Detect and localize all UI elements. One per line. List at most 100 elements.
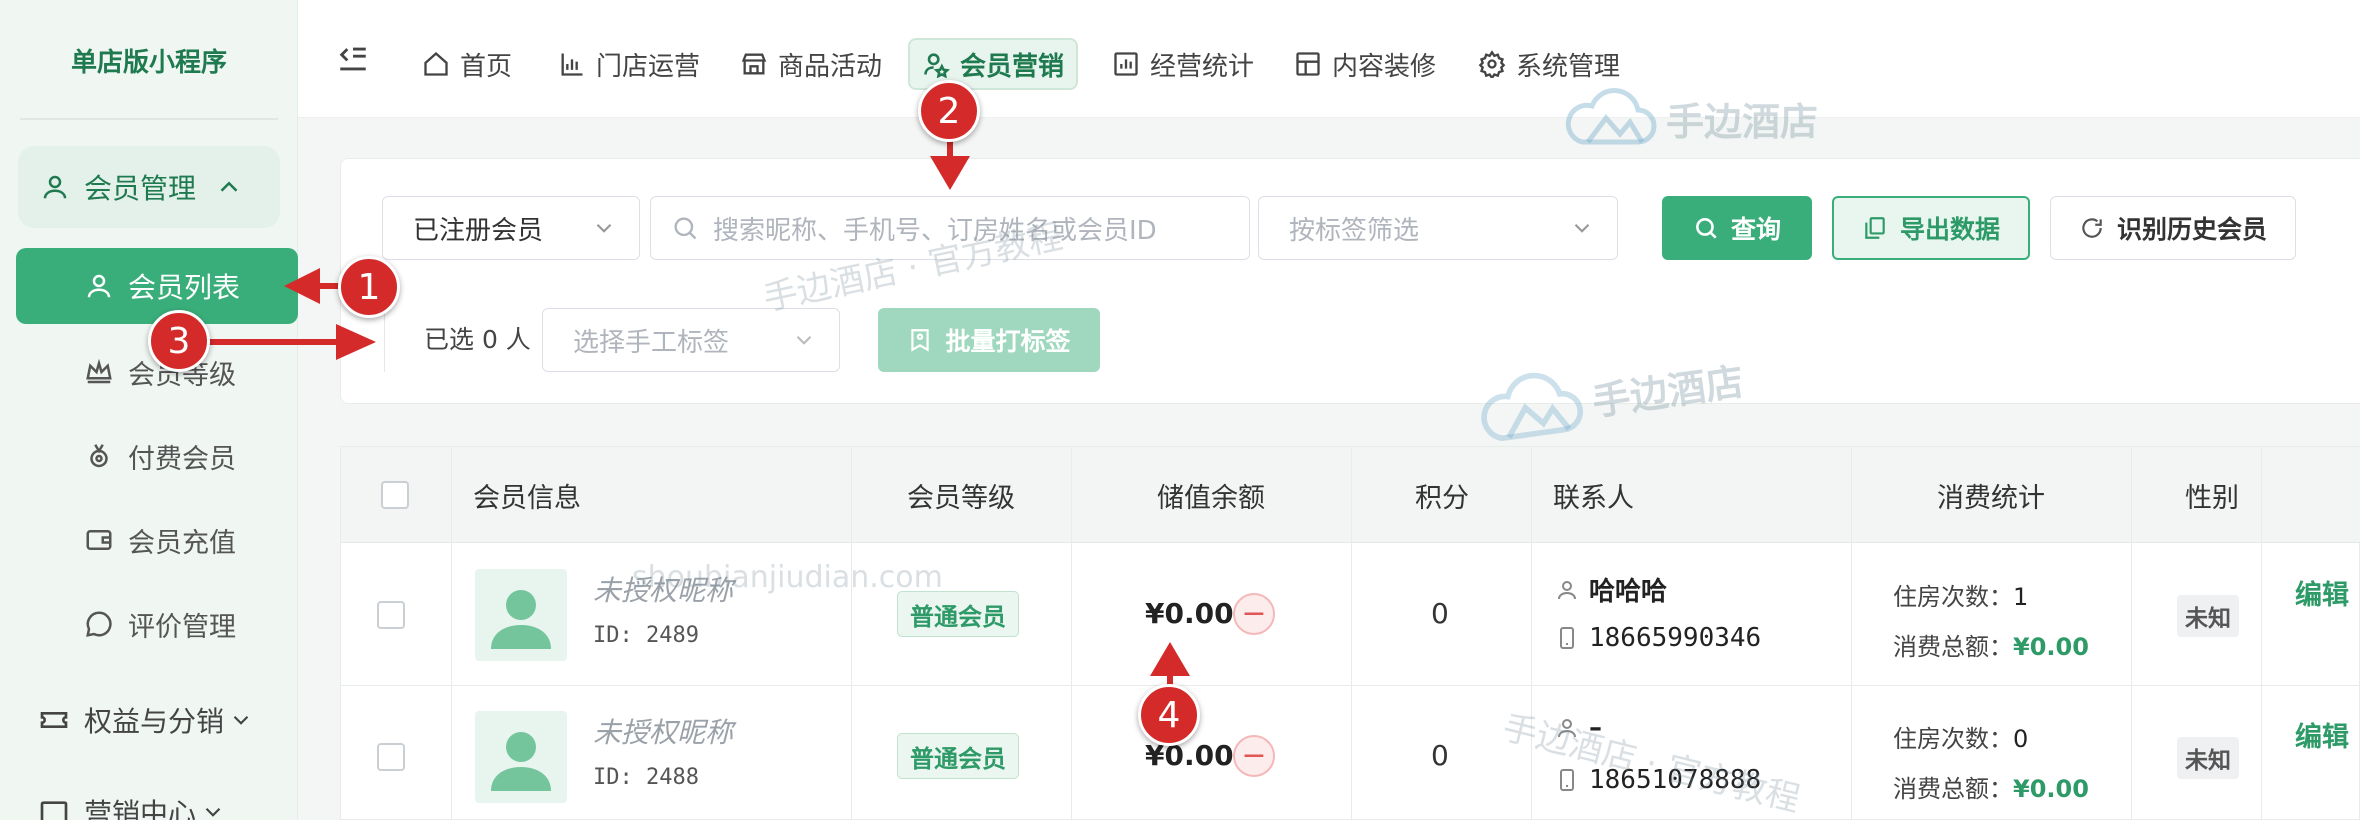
brand-title: 单店版小程序 <box>70 47 227 78</box>
annotation-arrow-3 <box>200 324 376 360</box>
sidebar-section-marketing-center[interactable]: 营销中心 <box>38 790 226 820</box>
row-checkbox[interactable] <box>377 743 405 771</box>
chevron-down-icon <box>596 223 612 233</box>
query-button[interactable]: 查询 <box>1662 196 1812 260</box>
column-divider <box>851 447 852 820</box>
sidebar-group-member-management[interactable]: 会员管理 <box>18 146 280 228</box>
sidebar-item-label: 会员列表 <box>128 271 241 304</box>
edit-link[interactable]: 编辑 <box>2295 573 2349 612</box>
default-avatar-icon <box>491 732 551 791</box>
select-value: 已注册会员 <box>413 215 544 246</box>
tag-icon <box>911 329 930 352</box>
member-type-select[interactable]: 已注册会员 <box>382 196 640 260</box>
chart-icon <box>1114 52 1138 76</box>
nav-label: 内容装修 <box>1332 51 1437 82</box>
chevron-down-icon <box>233 715 249 725</box>
column-header: 性别 <box>2185 482 2239 514</box>
user-star-icon <box>924 53 950 78</box>
member-nickname: 未授权昵称 <box>593 574 734 607</box>
sidebar-section-rights-distribution[interactable]: 权益与分销 <box>38 698 254 742</box>
stat-label: 住房次数： <box>1893 583 2013 611</box>
refresh-icon <box>2082 218 2102 238</box>
member-id: ID: 2489 <box>593 623 699 648</box>
member-id: ID: 2488 <box>593 765 699 790</box>
contact-name-text: 哈哈哈 <box>1589 577 1668 607</box>
chart-bar-icon <box>561 53 583 76</box>
member-nickname: 未授权昵称 <box>593 716 734 749</box>
sidebar-group-label: 会员管理 <box>84 172 197 205</box>
nav-home[interactable]: 首页 <box>410 38 524 90</box>
contact-name: 哈哈哈 <box>1555 571 1667 608</box>
divider <box>20 118 278 120</box>
sidebar-section-label: 营销中心 <box>84 797 197 820</box>
row-checkbox[interactable] <box>377 601 405 629</box>
sidebar-item-member-recharge[interactable]: 会员充值 <box>84 518 236 562</box>
chevron-up-icon <box>220 181 238 192</box>
button-label: 导出数据 <box>1899 215 2000 244</box>
sidebar-item-review-management[interactable]: 评价管理 <box>84 602 236 646</box>
nav-label: 会员营销 <box>960 51 1065 82</box>
sidebar-item-paid-member[interactable]: 付费会员 <box>84 434 236 478</box>
stat-value: 1 <box>2013 583 2029 611</box>
row-divider <box>341 685 2360 686</box>
phone-icon <box>1560 627 1574 649</box>
nav-store-operation[interactable]: 门店运营 <box>546 38 712 90</box>
stat-value: ¥0.00 <box>2013 775 2089 803</box>
annotation-marker-3: 3 <box>148 310 210 372</box>
nav-label: 门店运营 <box>596 51 701 82</box>
shop-icon <box>741 53 767 75</box>
nav-label: 系统管理 <box>1516 51 1621 82</box>
column-divider <box>2131 447 2132 820</box>
search-icon <box>674 217 697 240</box>
gender-badge: 未知 <box>2177 737 2239 779</box>
nav-label: 经营统计 <box>1150 51 1255 82</box>
stat-value: ¥0.00 <box>2013 633 2089 661</box>
nav-member-marketing[interactable]: 会员营销 <box>908 38 1079 90</box>
sidebar-item-label: 付费会员 <box>128 443 236 475</box>
nav-business-statistics[interactable]: 经营统计 <box>1100 38 1266 90</box>
member-level-badge: 普通会员 <box>897 733 1019 779</box>
nav-product-activity[interactable]: 商品活动 <box>728 38 894 90</box>
chevron-down-icon <box>1574 223 1590 233</box>
nav-system-management[interactable]: 系统管理 <box>1466 38 1632 90</box>
edit-link[interactable]: 编辑 <box>2295 715 2349 754</box>
sidebar-item-label: 评价管理 <box>128 611 236 643</box>
column-header: 积分 <box>1415 482 1469 514</box>
phone-icon <box>1560 769 1574 791</box>
sidebar-section-label: 权益与分销 <box>84 705 225 738</box>
chat-icon <box>86 611 112 637</box>
batch-tag-button[interactable]: 批量打标签 <box>878 308 1100 372</box>
crown-icon <box>86 358 112 384</box>
tag-filter-select[interactable]: 按标签筛选 <box>1258 196 1618 260</box>
total-spend: 消费总额：¥0.00 <box>1893 769 2089 804</box>
column-divider <box>1351 447 1352 820</box>
medal-icon <box>90 444 108 468</box>
chevron-down-icon <box>796 335 812 345</box>
balance-value: ¥0.00 <box>1145 597 1234 630</box>
home-icon <box>424 51 448 76</box>
sidebar-item-member-list[interactable]: 会员列表 <box>16 248 298 324</box>
deduct-balance-button[interactable]: − <box>1233 593 1275 635</box>
column-divider <box>1071 447 1072 820</box>
select-all-checkbox[interactable] <box>381 481 409 509</box>
stat-label: 消费总额： <box>1893 633 2013 661</box>
column-header: 联系人 <box>1553 482 1634 514</box>
deduct-balance-button[interactable]: − <box>1233 735 1275 777</box>
sidebar-item-label: 会员充值 <box>128 527 236 559</box>
ticket-icon <box>40 712 68 728</box>
export-data-button[interactable]: 导出数据 <box>1832 196 2030 260</box>
identify-history-members-button[interactable]: 识别历史会员 <box>2050 196 2296 260</box>
search-input[interactable]: 搜索昵称、手机号、订房姓名或会员ID <box>650 196 1250 260</box>
nav-content-decoration[interactable]: 内容装修 <box>1282 38 1448 90</box>
chevron-down-icon <box>205 807 221 817</box>
member-table: 会员信息 会员等级 储值余额 积分 联系人 消费统计 性别 未授权昵称 ID: … <box>340 446 2360 820</box>
stat-label: 消费总额： <box>1893 775 2013 803</box>
wallet-icon <box>86 530 112 550</box>
button-label: 批量打标签 <box>945 327 1071 356</box>
gear-icon <box>1478 50 1506 78</box>
user-icon <box>87 274 111 298</box>
collapse-menu-icon[interactable] <box>336 42 370 76</box>
sidebar: 单店版小程序 会员管理 会员列表 会员等级 付费会员 会员充值 评价管理 权益与… <box>0 0 298 820</box>
manual-tag-select[interactable]: 选择手工标签 <box>542 308 840 372</box>
search-placeholder: 搜索昵称、手机号、订房姓名或会员ID <box>713 215 1157 246</box>
